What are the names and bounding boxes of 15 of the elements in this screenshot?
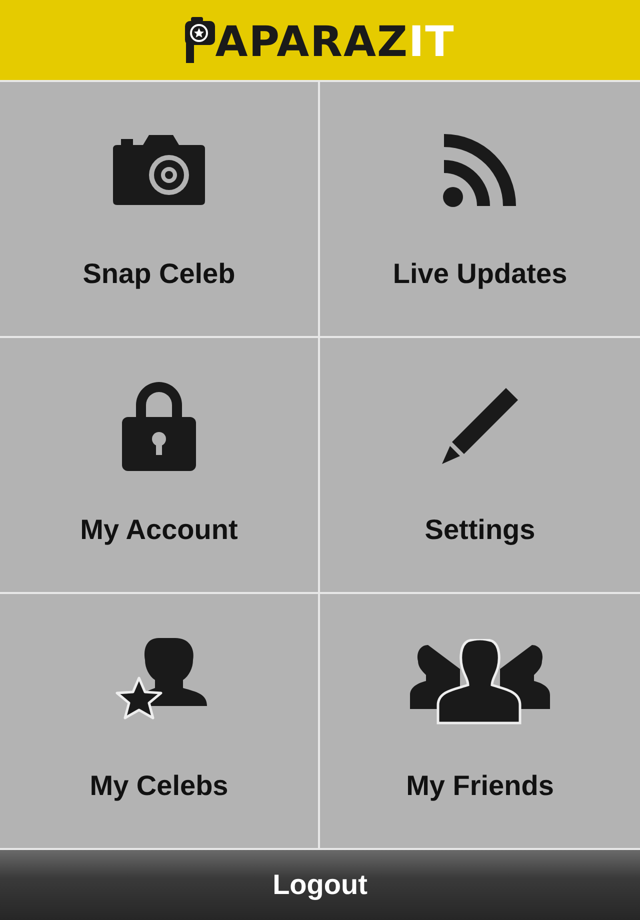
menu-tile[interactable]: Settings <box>320 338 640 592</box>
menu-tile[interactable]: Live Updates <box>320 82 640 336</box>
logo-text: APARAZ <box>215 21 408 63</box>
pencil-icon <box>440 386 520 466</box>
logout-button[interactable]: Logout <box>0 850 640 920</box>
logo-text: IT <box>408 21 455 63</box>
group-of-people-icon <box>408 639 552 725</box>
padlock-icon <box>120 379 198 473</box>
menu-tile[interactable]: My Account <box>0 338 318 592</box>
menu-tile[interactable]: My Friends <box>320 594 640 848</box>
camera-icon <box>111 133 207 207</box>
rss-feed-icon <box>442 132 518 208</box>
menu-tile[interactable]: My Celebs <box>0 594 318 848</box>
menu-tile[interactable]: Snap Celeb <box>0 82 318 336</box>
camera-logo-icon <box>185 17 216 63</box>
